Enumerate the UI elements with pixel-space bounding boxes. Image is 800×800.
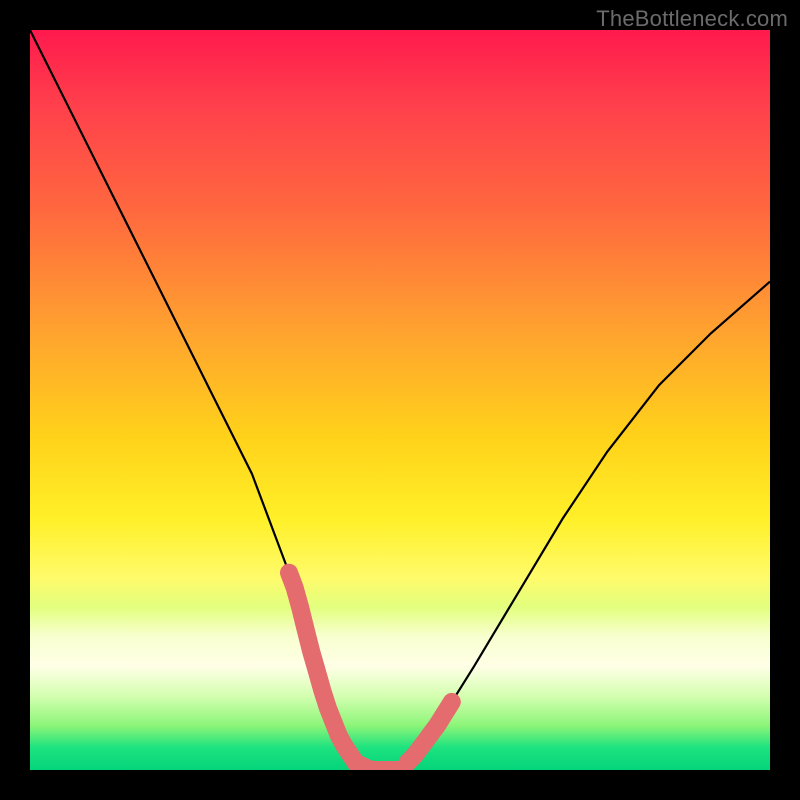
plot-area xyxy=(30,30,770,770)
highlight-segment-right xyxy=(407,702,451,763)
chart-stage: TheBottleneck.com xyxy=(0,0,800,800)
watermark-text: TheBottleneck.com xyxy=(596,6,788,32)
highlight-segment-left xyxy=(289,573,400,770)
main-curve xyxy=(30,30,770,770)
chart-svg xyxy=(30,30,770,770)
